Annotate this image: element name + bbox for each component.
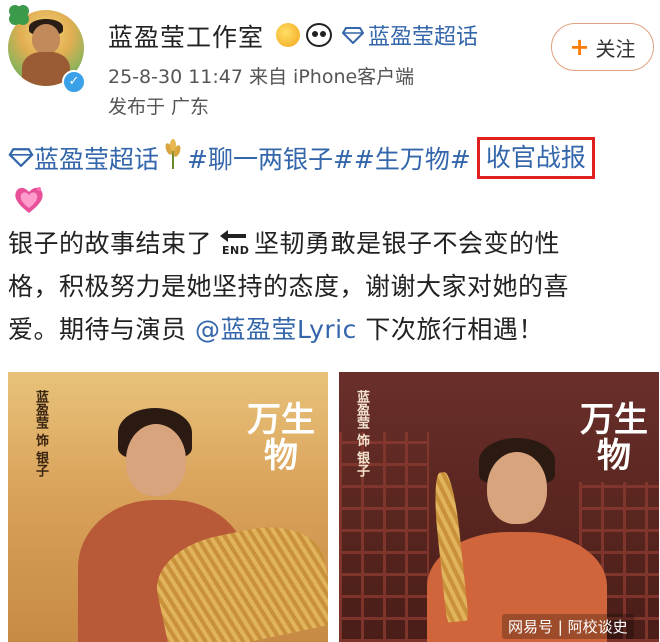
- panda-icon: [306, 23, 332, 47]
- post-meta: 25-8-30 11:47 来自 iPhone客户端: [108, 62, 414, 89]
- avatar-face: [32, 24, 60, 54]
- verified-icon: ✓: [62, 70, 86, 94]
- poster-credit: 蓝盈莹 饰 银子: [354, 390, 369, 478]
- username[interactable]: 蓝盈莹工作室: [108, 18, 264, 54]
- post-line-1: 银子的故事结束了 END 坚韧勇敢是银子不会变的性: [8, 222, 656, 265]
- post-topics: 蓝盈莹超话 #聊一两银子# #生万物# 收官战报: [8, 137, 595, 179]
- svg-text:END: END: [222, 244, 249, 256]
- diamond-icon: [8, 144, 34, 173]
- hashtag-shengwanwu[interactable]: #生万物#: [354, 140, 471, 176]
- post-text-segment: 下次旅行相遇！: [365, 315, 544, 344]
- person-face: [487, 452, 547, 524]
- highlighted-tag[interactable]: 收官战报: [476, 137, 595, 179]
- user-mention[interactable]: @蓝盈莹Lyric: [195, 315, 357, 344]
- post-body: 银子的故事结束了 END 坚韧勇敢是银子不会变的性 格，积极努力是她坚持的态度，谢谢…: [8, 222, 656, 351]
- post-line-2: 格，积极努力是她坚持的态度，谢谢大家对她的喜: [8, 272, 570, 301]
- post-location: 发布于 广东: [108, 96, 210, 118]
- poster-title: 万生物: [580, 400, 648, 476]
- post-text-segment: 爱。期待与演员: [8, 315, 187, 344]
- heart-icon: [15, 187, 43, 213]
- person-face: [126, 424, 186, 496]
- wheat-icon: [159, 139, 187, 177]
- post-timestamp: 25-8-30 11:47: [108, 66, 243, 88]
- user-badges: 蓝盈莹超话: [276, 19, 478, 51]
- watermark: 网易号 | 阿校谈史: [502, 614, 634, 639]
- plus-icon: +: [569, 33, 590, 61]
- topic-link[interactable]: 蓝盈莹超话: [34, 140, 159, 176]
- post-header: ✓ 蓝盈莹工作室 蓝盈莹超话 + 关注 25-8-30 11:47 来自 iPh…: [0, 0, 660, 120]
- post-source: 来自 iPhone客户端: [249, 66, 415, 88]
- poster-image-left[interactable]: 蓝盈莹 饰 银子 万生物: [8, 372, 328, 642]
- diamond-icon: [342, 26, 364, 44]
- crown-icon: [276, 23, 300, 47]
- end-arrow-icon: END: [216, 226, 250, 257]
- poster-title: 万生物: [247, 400, 315, 476]
- post-text-segment: 银子的故事结束了: [8, 229, 213, 258]
- follow-button[interactable]: + 关注: [551, 23, 654, 71]
- post-text-segment: 坚韧勇敢是银子不会变的性: [254, 229, 561, 258]
- follow-label: 关注: [595, 36, 636, 61]
- super-topic-link[interactable]: 蓝盈莹超话: [342, 19, 478, 51]
- hashtag-yinzi[interactable]: #聊一两银子#: [187, 140, 354, 176]
- poster-credit: 蓝盈莹 饰 银子: [33, 390, 48, 478]
- poster-image-right[interactable]: 蓝盈莹 饰 银子 万生物: [339, 372, 659, 642]
- clover-icon: [9, 5, 29, 25]
- super-topic-label: 蓝盈莹超话: [368, 25, 479, 50]
- post-line-3: 爱。期待与演员 @蓝盈莹Lyric 下次旅行相遇！: [8, 308, 656, 351]
